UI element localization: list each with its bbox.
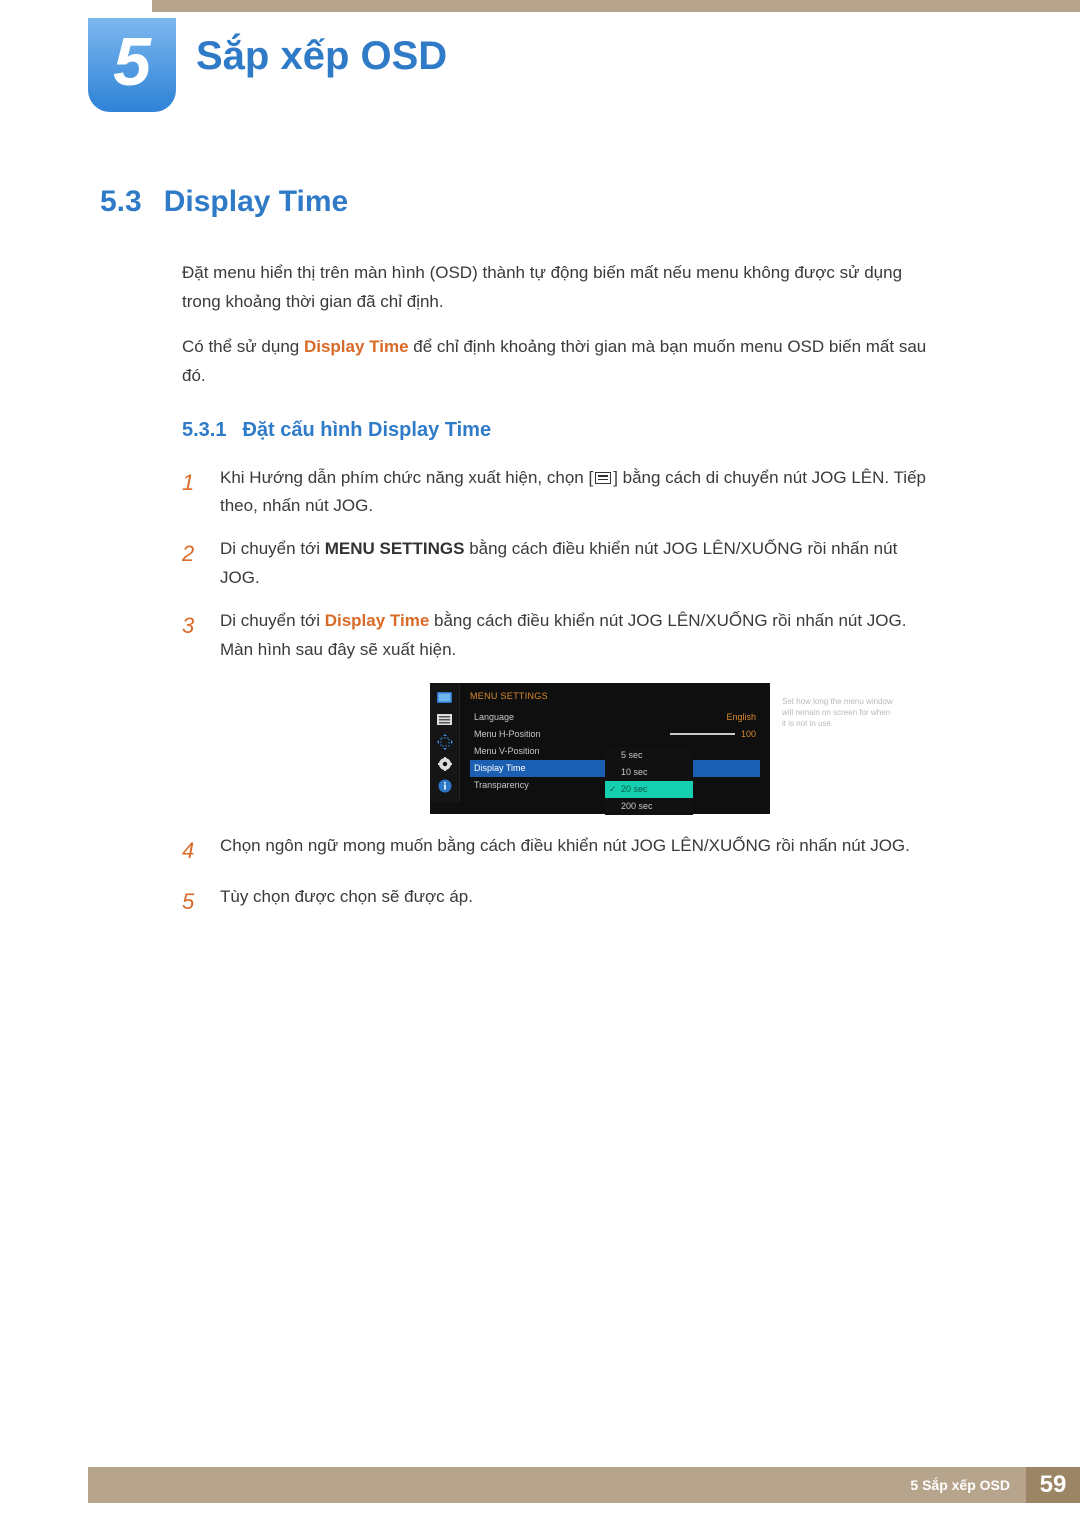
text: Khi Hướng dẫn phím chức năng xuất hiện, … [220,468,593,487]
osd-help-text: Set how long the menu window will remain… [782,697,894,729]
osd-sidebar [430,683,460,802]
keyword-menu-settings: MENU SETTINGS [325,539,465,558]
osd-label: Transparency [474,780,529,790]
page-number: 59 [1026,1467,1080,1503]
osd-title: MENU SETTINGS [470,691,760,701]
step-3: 3 Di chuyển tới Display Time bằng cách đ… [182,607,940,665]
section: 5.3 Display Time Đặt menu hiển thị trên … [100,185,940,935]
step-number: 5 [182,883,200,920]
step-text: Chọn ngôn ngữ mong muốn bằng cách điều k… [220,832,940,869]
chapter-title: Sắp xếp OSD [196,34,447,79]
step-text: Di chuyển tới Display Time bằng cách điề… [220,607,940,665]
text: Di chuyển tới [220,539,325,558]
keyword-display-time: Display Time [304,337,409,356]
osd-label: Menu V-Position [474,746,540,756]
step-number: 4 [182,832,200,869]
osd-main: MENU SETTINGS Language English Menu H-Po… [460,683,770,802]
step-number: 1 [182,464,200,522]
chapter-number: 5 [113,28,151,96]
osd-label: Display Time [474,763,526,773]
step-text: Di chuyển tới MENU SETTINGS bằng cách đi… [220,535,940,593]
page-footer: 5 Sắp xếp OSD 59 [88,1467,1080,1503]
section-body: Đặt menu hiển thị trên màn hình (OSD) th… [182,259,940,391]
step-text: Khi Hướng dẫn phím chức năng xuất hiện, … [220,464,940,522]
section-number: 5.3 [100,185,142,219]
header-stripe [152,0,1080,12]
chapter-badge: 5 [88,18,176,112]
step-1: 1 Khi Hướng dẫn phím chức năng xuất hiện… [182,464,940,522]
osd-option-5sec: 5 sec [605,747,693,764]
osd-label: Language [474,712,514,722]
osd-row-hposition: Menu H-Position 100 [470,726,760,743]
osd-value: English [726,712,756,722]
subsection-title: Đặt cấu hình Display Time [242,419,491,442]
osd-option-200sec: 200 sec [605,798,693,815]
subsection-heading: 5.3.1 Đặt cấu hình Display Time [182,419,940,442]
section-title: Display Time [164,185,349,219]
osd-option-10sec: 10 sec [605,764,693,781]
slider-icon [670,733,735,735]
osd-dropdown: 5 sec 10 sec 20 sec 200 sec [605,747,693,815]
keyword-display-time: Display Time [325,611,430,630]
gear-icon [436,757,453,771]
step-2: 2 Di chuyển tới MENU SETTINGS bằng cách … [182,535,940,593]
info-icon [436,779,453,793]
text: Có thể sử dụng [182,337,304,356]
osd-label: Menu H-Position [474,729,541,739]
menu-icon [595,472,611,484]
steps-list: 1 Khi Hướng dẫn phím chức năng xuất hiện… [182,464,940,921]
intro-paragraph-2: Có thể sử dụng Display Time để chỉ định … [182,333,940,391]
subsection-number: 5.3.1 [182,419,226,442]
move-icon [436,735,453,749]
step-number: 3 [182,607,200,665]
text: Di chuyển tới [220,611,325,630]
step-5: 5 Tùy chọn được chọn sẽ được áp. [182,883,940,920]
step-number: 2 [182,535,200,593]
osd-option-20sec: 20 sec [605,781,693,798]
section-heading: 5.3 Display Time [100,185,940,219]
osd-row-language: Language English [470,709,760,726]
intro-paragraph-1: Đặt menu hiển thị trên màn hình (OSD) th… [182,259,940,317]
picture-icon [436,691,453,705]
footer-label: 5 Sắp xếp OSD [88,1467,1026,1503]
osd-screenshot: MENU SETTINGS Language English Menu H-Po… [430,683,770,814]
step-4: 4 Chọn ngôn ngữ mong muốn bằng cách điều… [182,832,940,869]
step-text: Tùy chọn được chọn sẽ được áp. [220,883,940,920]
list-icon [436,713,453,727]
osd-value: 100 [741,729,756,739]
